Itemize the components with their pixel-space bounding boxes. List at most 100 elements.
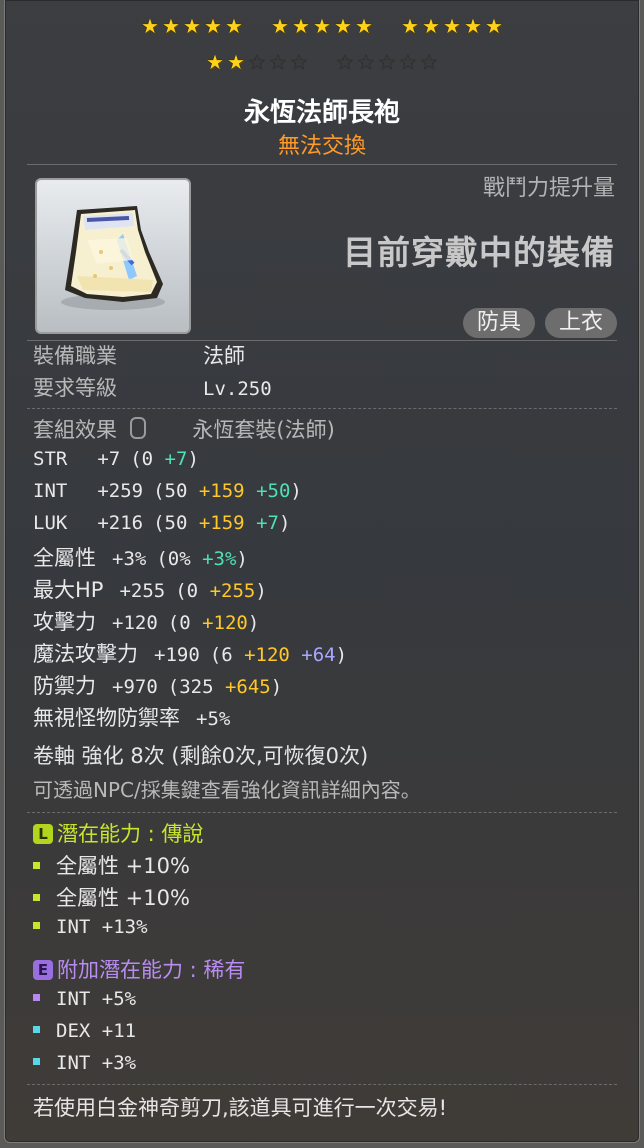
star-filled-icon: ★ — [183, 14, 201, 38]
stat-name: 全屬性 — [33, 546, 96, 570]
star-group: ★ ★ ★ ★ ★ — [140, 16, 244, 36]
stat-total: +216 — [97, 512, 144, 534]
stat-row: STR +7 (0 +7) — [33, 446, 199, 470]
job-row: 裝備職業 法師 — [33, 340, 245, 370]
stat-row: 最大HP +255 (0 +255) — [33, 574, 267, 604]
mouse-icon — [129, 417, 146, 439]
stat-row: 魔法攻擊力 +190 (6 +120 +64) — [33, 638, 347, 668]
potential-text: 全屬性 +10% — [56, 886, 190, 910]
potential-line: INT +13% — [33, 914, 148, 938]
stat-close: ) — [187, 448, 199, 470]
bonus-potential-header: E 附加潛在能力 : 稀有 — [33, 954, 245, 984]
set-effect-value: 永恆套裝(法師) — [192, 418, 335, 442]
stat-bonus: +3% — [190, 548, 237, 570]
bullet-icon — [33, 1058, 40, 1065]
stat-base: (0 — [175, 580, 199, 602]
bullet-icon — [33, 894, 40, 901]
bullet-icon — [33, 862, 40, 869]
stat-total: +970 — [112, 676, 158, 698]
star-filled-icon: ★ — [355, 14, 373, 38]
divider — [27, 164, 617, 165]
star-filled-icon: ★ — [206, 50, 224, 74]
potential-text: 全屬性 +10% — [56, 854, 190, 878]
potential-line: 全屬性 +10% — [33, 850, 190, 880]
star-filled-icon: ★ — [271, 14, 289, 38]
stat-base: (0 — [167, 612, 191, 634]
star-filled-icon: ★ — [334, 14, 352, 38]
rare-badge-icon: E — [33, 960, 53, 980]
stat-base: (50 — [153, 480, 188, 502]
stat-row: LUK +216 (50 +159 +7) — [33, 510, 290, 534]
star-filled-icon: ★ — [227, 50, 245, 74]
legendary-badge-icon: L — [33, 824, 53, 844]
stat-name: 攻擊力 — [33, 610, 96, 634]
star-filled-icon: ★ — [464, 14, 482, 38]
stat-bonus: +120 — [190, 612, 248, 634]
stat-close: ) — [290, 480, 302, 502]
trade-hint: 若使用白金神奇剪刀,該道具可進行一次交易! — [33, 1096, 448, 1120]
stat-close: ) — [270, 676, 283, 698]
stat-name: STR — [33, 448, 68, 470]
stat-name: 最大HP — [33, 578, 104, 602]
job-label: 裝備職業 — [33, 344, 117, 368]
tag-top: 上衣 — [544, 308, 617, 338]
combat-power-label: 戰鬥力提升量 — [482, 176, 615, 201]
stat-close: ) — [255, 580, 267, 602]
divider — [27, 408, 617, 409]
star-empty-icon: ★ — [336, 50, 354, 74]
divider — [27, 812, 617, 813]
stat-close: ) — [247, 612, 260, 634]
potential-label: 潛在能力 : 傳說 — [57, 822, 204, 846]
stat-bonus: +120 — [232, 644, 290, 666]
star-empty-icon: ★ — [399, 50, 417, 74]
star-empty-icon: ★ — [420, 50, 438, 74]
stat-row: 攻擊力 +120 (0 +120) — [33, 606, 259, 636]
star-empty-icon: ★ — [357, 50, 375, 74]
stat-bonus: +7 — [244, 512, 279, 534]
star-empty-icon: ★ — [290, 50, 308, 74]
potential-line: INT +3% — [33, 1050, 136, 1074]
potential-header: L 潛在能力 : 傳說 — [33, 818, 203, 848]
stat-row: INT +259 (50 +159 +50) — [33, 478, 302, 502]
star-filled-icon: ★ — [401, 14, 419, 38]
job-value: 法師 — [203, 344, 245, 368]
stat-close: ) — [236, 548, 248, 570]
item-tooltip: ★ ★ ★ ★ ★ ★ ★ ★ ★ ★ ★ ★ ★ ★ ★ ★ ★ ★ ★ ★ ★ ★ ★ ★ ★ 永恆法師長袍 無法交換 戰… — [4, 0, 640, 1143]
star-group: ★ ★ ★ ★ ★ — [400, 16, 504, 36]
star-force-row-2: ★ ★ ★ ★ ★ ★ ★ ★ ★ ★ — [5, 52, 639, 72]
item-icon — [35, 178, 191, 334]
star-filled-icon: ★ — [422, 14, 440, 38]
star-group: ★ ★ ★ ★ ★ — [270, 16, 374, 36]
stat-close: ) — [278, 512, 291, 534]
star-filled-icon: ★ — [162, 14, 180, 38]
set-effect-row[interactable]: 套組效果 永恆套裝(法師) — [33, 414, 335, 444]
stat-row: 防禦力 +970 (325 +645) — [33, 670, 282, 700]
bullet-icon — [33, 1026, 40, 1033]
trade-status: 無法交換 — [277, 134, 366, 159]
stat-bonus: +64 — [289, 644, 336, 666]
stat-base: (0% — [156, 548, 191, 570]
stat-base: (6 — [209, 644, 233, 666]
stat-total: +120 — [112, 612, 158, 634]
divider — [27, 1084, 617, 1085]
star-filled-icon: ★ — [313, 14, 331, 38]
scroll-info: 卷軸 強化 8次 (剩餘0次,可恢復0次) — [33, 744, 369, 768]
item-name: 永恆法師長袍 — [243, 98, 400, 128]
stat-bonus: +7 — [153, 448, 188, 470]
robe-icon — [61, 206, 165, 310]
bullet-icon — [33, 994, 40, 1001]
stat-name: INT — [33, 480, 68, 502]
stat-bonus: +255 — [198, 580, 256, 602]
stat-total: +255 — [119, 580, 166, 602]
set-effect-label: 套組效果 — [33, 418, 117, 442]
stat-base: (0 — [130, 448, 154, 470]
stat-total: +5% — [196, 708, 231, 730]
tag-armor: 防具 — [462, 308, 535, 338]
stat-name: 魔法攻擊力 — [33, 642, 138, 666]
stat-name: 無視怪物防禦率 — [33, 706, 180, 730]
potential-text: INT +13% — [56, 916, 148, 938]
stat-row: 無視怪物防禦率 +5% — [33, 702, 240, 732]
stat-total: +7 — [97, 448, 121, 470]
stat-close: ) — [335, 644, 348, 666]
star-filled-icon: ★ — [292, 14, 310, 38]
